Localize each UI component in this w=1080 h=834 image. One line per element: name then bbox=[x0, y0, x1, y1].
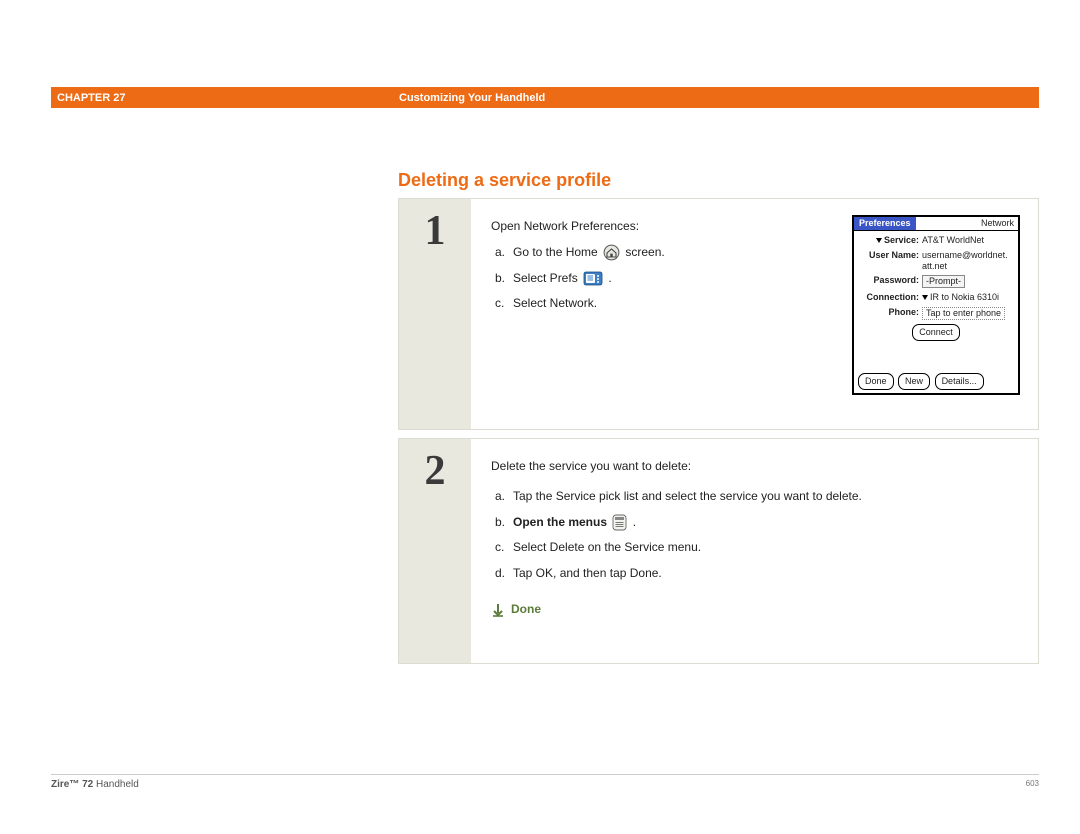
step-number-cell: 1 bbox=[399, 199, 471, 429]
page-footer: Zire™ 72 Handheld 603 bbox=[51, 774, 1039, 790]
palm-connection-row: Connection: IR to Nokia 6310i bbox=[860, 292, 1014, 303]
step-2a: a.Tap the Service pick list and select t… bbox=[491, 487, 1020, 507]
palm-connect-button: Connect bbox=[912, 324, 960, 341]
open-menus-link[interactable]: Open the menus bbox=[513, 515, 607, 529]
section-heading: Deleting a service profile bbox=[398, 170, 611, 191]
step-1c: c.Select Network. bbox=[491, 294, 836, 314]
step-number: 1 bbox=[425, 207, 446, 255]
dropdown-arrow-icon bbox=[922, 295, 928, 300]
chapter-label: CHAPTER 27 bbox=[51, 92, 399, 104]
prefs-icon bbox=[583, 270, 603, 287]
done-indicator: Done bbox=[491, 600, 1020, 620]
chapter-title: Customizing Your Handheld bbox=[399, 92, 545, 104]
palm-username-row: User Name: username@worldnet. att.net bbox=[860, 250, 1014, 272]
step-2-text: Delete the service you want to delete: a… bbox=[491, 457, 1020, 647]
down-arrow-icon bbox=[491, 603, 505, 617]
palm-bottom-buttons: Done New Details... bbox=[858, 373, 986, 390]
step-1a: a.Go to the Home screen. bbox=[491, 243, 836, 263]
palm-details-button: Details... bbox=[935, 373, 984, 390]
palm-phone-row: Phone: Tap to enter phone bbox=[860, 307, 1014, 320]
step-1-content: Open Network Preferences: a.Go to the Ho… bbox=[471, 199, 1038, 429]
chapter-header: CHAPTER 27 Customizing Your Handheld bbox=[51, 87, 1039, 108]
palm-done-button: Done bbox=[858, 373, 894, 390]
step-2-box: 2 Delete the service you want to delete:… bbox=[398, 438, 1039, 664]
home-icon bbox=[603, 244, 620, 261]
step-1b: b.Select Prefs . bbox=[491, 269, 836, 289]
step-1-text: Open Network Preferences: a.Go to the Ho… bbox=[491, 217, 836, 413]
step-2-content: Delete the service you want to delete: a… bbox=[471, 439, 1038, 663]
palm-new-button: New bbox=[898, 373, 930, 390]
step-1-intro: Open Network Preferences: bbox=[491, 217, 836, 237]
palm-titlebar: Preferences Network bbox=[854, 217, 1018, 231]
palm-title-right: Network bbox=[981, 216, 1018, 231]
palm-password-row: Password: -Prompt- bbox=[860, 275, 1014, 288]
done-label: Done bbox=[511, 600, 541, 620]
step-number-cell: 2 bbox=[399, 439, 471, 663]
footer-product: Zire™ 72 Handheld bbox=[51, 779, 139, 790]
step-2-intro: Delete the service you want to delete: bbox=[491, 457, 1020, 477]
step-2b: b.Open the menus . bbox=[491, 513, 1020, 533]
palm-title-left: Preferences bbox=[854, 217, 916, 230]
palm-connect-row: Connect bbox=[860, 324, 1014, 341]
menu-icon bbox=[612, 514, 627, 531]
palm-screenshot: Preferences Network Service: AT&T WorldN… bbox=[852, 215, 1020, 395]
footer-page-number: 603 bbox=[1026, 779, 1039, 790]
step-number: 2 bbox=[425, 447, 446, 495]
palm-body: Service: AT&T WorldNet User Name: userna… bbox=[854, 231, 1018, 349]
step-1-box: 1 Open Network Preferences: a.Go to the … bbox=[398, 198, 1039, 430]
dropdown-arrow-icon bbox=[876, 238, 882, 243]
palm-service-row: Service: AT&T WorldNet bbox=[860, 235, 1014, 246]
step-2c: c.Select Delete on the Service menu. bbox=[491, 538, 1020, 558]
step-2d: d.Tap OK, and then tap Done. bbox=[491, 564, 1020, 584]
